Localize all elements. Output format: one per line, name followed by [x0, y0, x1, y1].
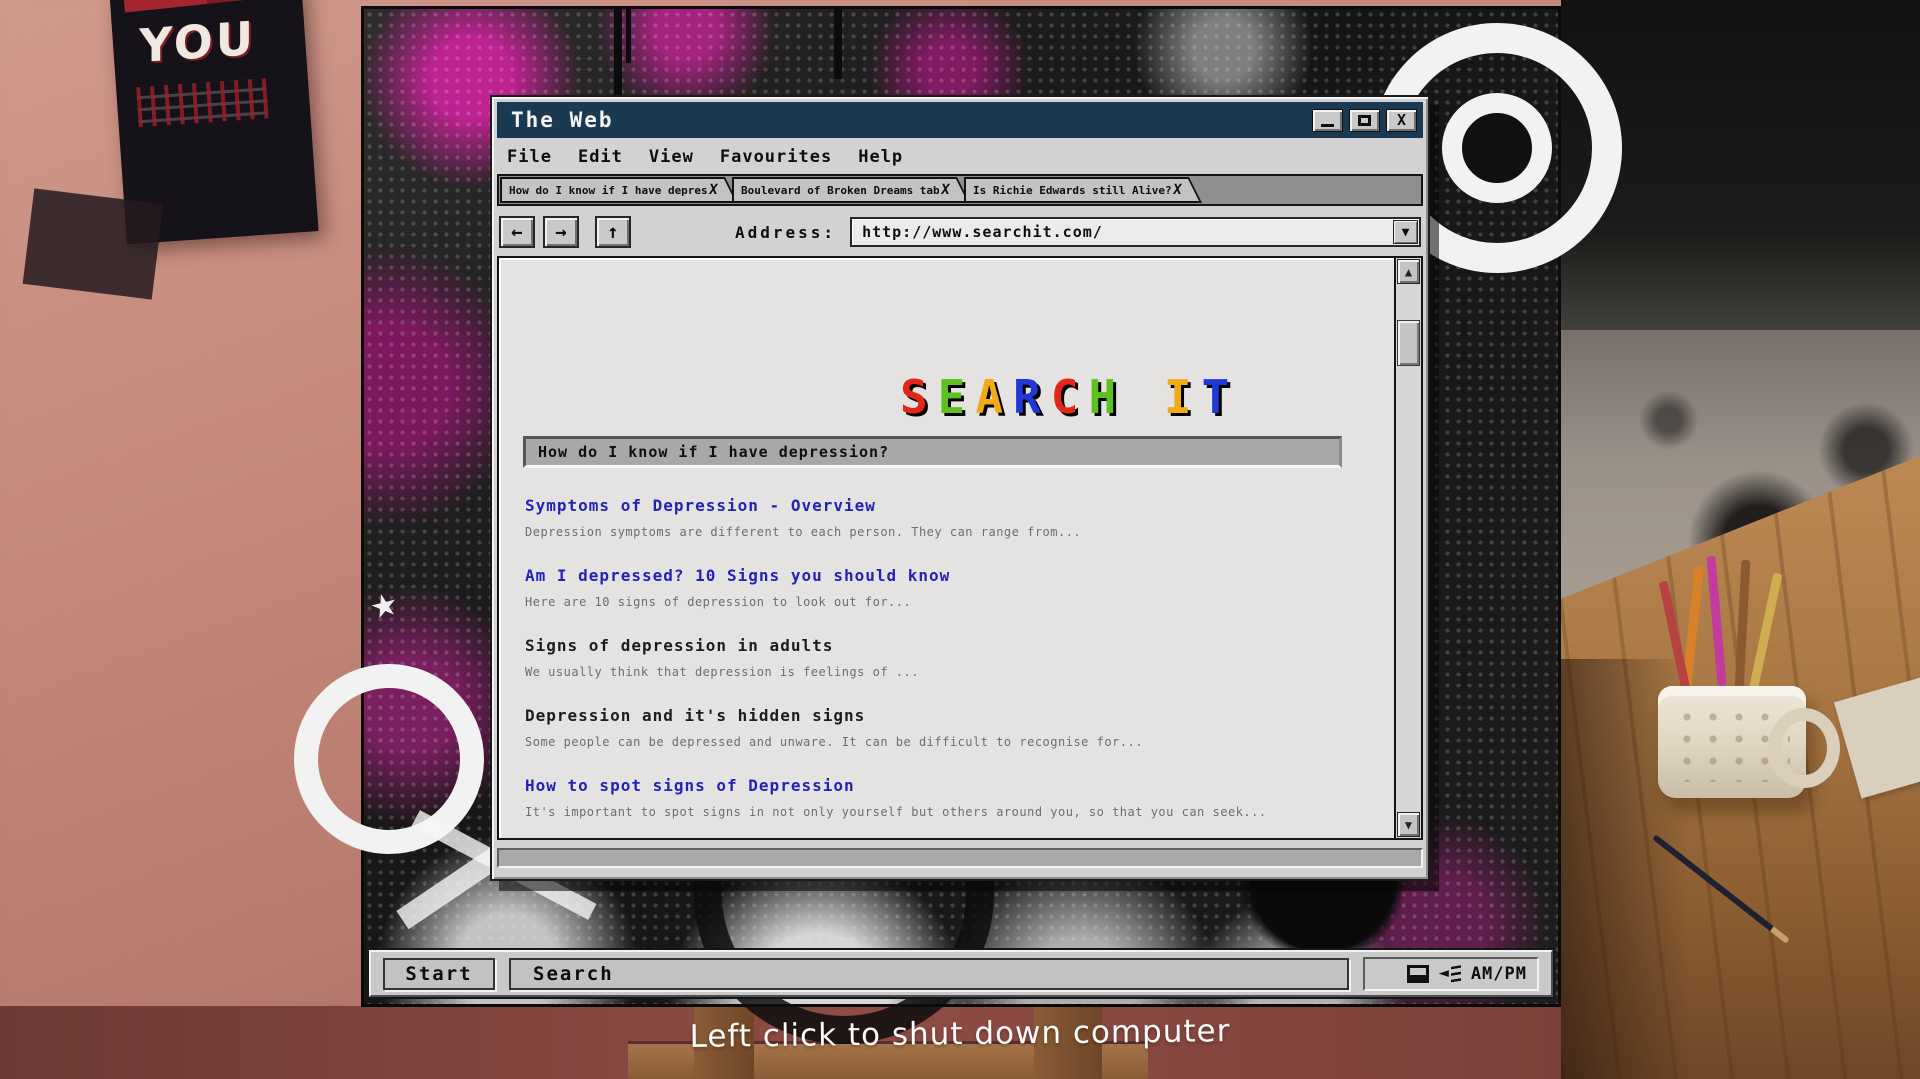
speaker-waves [1451, 965, 1461, 983]
window-title: The Web [511, 108, 1306, 132]
search-result: How to spot signs of Depression It's imp… [525, 776, 1382, 819]
tab-close-icon[interactable]: X [939, 182, 950, 198]
search-result: Am I depressed? 10 Signs you should know… [525, 566, 1382, 609]
logo-letter: C [1051, 370, 1089, 424]
browser-tab[interactable]: How do I know if I have depressi.. X [500, 177, 738, 203]
logo-letter: E [938, 370, 976, 424]
minimize-button[interactable] [1312, 109, 1343, 132]
paint-drip [626, 9, 631, 63]
pencil-mug [1658, 686, 1806, 798]
result-description: Some people can be depressed and unware.… [525, 735, 1382, 749]
result-description: It's important to spot signs in not only… [525, 805, 1382, 819]
result-title-link[interactable]: Am I depressed? 10 Signs you should know [525, 566, 950, 585]
logo-letter: S [900, 370, 938, 424]
poster-text: YOU [139, 11, 256, 73]
tab-close-icon[interactable]: X [1171, 182, 1182, 198]
page-viewport: SEARCH IT Symptoms of Depression - Overv… [497, 256, 1423, 840]
result-description: Depression symptoms are different to eac… [525, 525, 1382, 539]
search-results: Symptoms of Depression - Overview Depres… [525, 496, 1382, 819]
computer-screen: The Web X File Edit View Favourites Help How… [361, 6, 1561, 1007]
wallpaper-star [364, 575, 402, 631]
wall-poster [23, 188, 164, 299]
search-result: Signs of depression in adults We usually… [525, 636, 1382, 679]
scroll-down-icon[interactable]: ▼ [1397, 812, 1420, 837]
speaker-triangle: ◄ [1439, 965, 1449, 982]
tab-face: Boulevard of Broken Dreams tab X [734, 179, 967, 201]
taskbar: Start Search ◄ AM/PM [369, 950, 1553, 997]
start-button[interactable]: Start [383, 958, 495, 990]
tab-label: Boulevard of Broken Dreams tab [741, 184, 939, 197]
tab-face: Is Richie Edwards still Alive?... X [966, 179, 1199, 201]
menu-item[interactable]: File [507, 147, 552, 167]
search-result: Depression and it's hidden signs Some pe… [525, 706, 1382, 749]
result-title-link[interactable]: Signs of depression in adults [525, 636, 833, 655]
menu-bar: File Edit View Favourites Help [497, 142, 1423, 172]
logo-letter: A [975, 370, 1013, 424]
menu-item[interactable]: Help [858, 147, 903, 167]
back-button[interactable]: ← [499, 216, 535, 248]
search-result: Symptoms of Depression - Overview Depres… [525, 496, 1382, 539]
address-label: Address: [735, 223, 836, 242]
paint-drip [614, 9, 622, 99]
wallpaper-ring [294, 664, 484, 854]
scroll-up-icon[interactable]: ▲ [1397, 259, 1420, 284]
result-title-link[interactable]: How to spot signs of Depression [525, 776, 855, 795]
speaker-icon[interactable]: ◄ [1439, 965, 1461, 982]
status-bar [497, 848, 1423, 868]
address-bar: ▼ [850, 217, 1421, 247]
navigation-toolbar: ← → ↑ Address: ▼ [497, 210, 1423, 254]
browser-window: The Web X File Edit View Favourites Help How… [490, 95, 1430, 881]
mug-pattern [1674, 706, 1790, 782]
tab-close-icon[interactable]: X [707, 182, 718, 198]
searchit-logo: SEARCH IT [523, 282, 1382, 420]
logo-letter: H [1088, 370, 1126, 424]
logo-letter: T [1202, 370, 1240, 424]
title-bar[interactable]: The Web X [497, 102, 1423, 138]
clock-label: AM/PM [1471, 964, 1527, 984]
menu-item[interactable]: Favourites [720, 147, 832, 167]
address-dropdown-icon[interactable]: ▼ [1393, 220, 1418, 244]
scrollbar-thumb[interactable] [1397, 320, 1420, 366]
minimize-icon [1321, 124, 1334, 127]
address-input[interactable] [852, 219, 1391, 245]
browser-tab[interactable]: Is Richie Edwards still Alive?... X [964, 177, 1202, 203]
tab-label: Is Richie Edwards still Alive?... [973, 184, 1171, 197]
result-description: We usually think that depression is feel… [525, 665, 1382, 679]
home-button[interactable]: ↑ [595, 216, 631, 248]
logo-letter [1126, 370, 1164, 424]
paint-drip [834, 9, 842, 79]
display-icon[interactable] [1407, 965, 1429, 983]
menu-item[interactable]: View [649, 147, 694, 167]
maximize-button[interactable] [1349, 109, 1380, 132]
result-title-link[interactable]: Depression and it's hidden signs [525, 706, 865, 725]
search-query-input[interactable] [523, 436, 1342, 468]
poster-scribble [136, 78, 268, 127]
wallpaper-ring [1442, 93, 1552, 203]
tab-face: How do I know if I have depressi.. X [502, 179, 735, 201]
logo-letter: R [1013, 370, 1051, 424]
game-scene: YOU The Web X [0, 0, 1920, 1079]
forward-button[interactable]: → [543, 216, 579, 248]
maximize-icon [1358, 115, 1371, 126]
tab-label: How do I know if I have depressi.. [509, 184, 707, 197]
result-description: Here are 10 signs of depression to look … [525, 595, 1382, 609]
browser-tab[interactable]: Boulevard of Broken Dreams tab X [732, 177, 970, 203]
menu-item[interactable]: Edit [578, 147, 623, 167]
logo-letter: I [1164, 370, 1202, 424]
close-button[interactable]: X [1386, 109, 1417, 132]
taskbar-window-button[interactable]: Search [509, 958, 1349, 990]
web-page: SEARCH IT Symptoms of Depression - Overv… [499, 258, 1394, 838]
vertical-scrollbar[interactable]: ▲ ▼ [1394, 258, 1421, 838]
system-tray: ◄ AM/PM [1363, 957, 1539, 991]
tab-bar: How do I know if I have depressi.. X Bou… [497, 174, 1423, 206]
result-title-link[interactable]: Symptoms of Depression - Overview [525, 496, 876, 515]
